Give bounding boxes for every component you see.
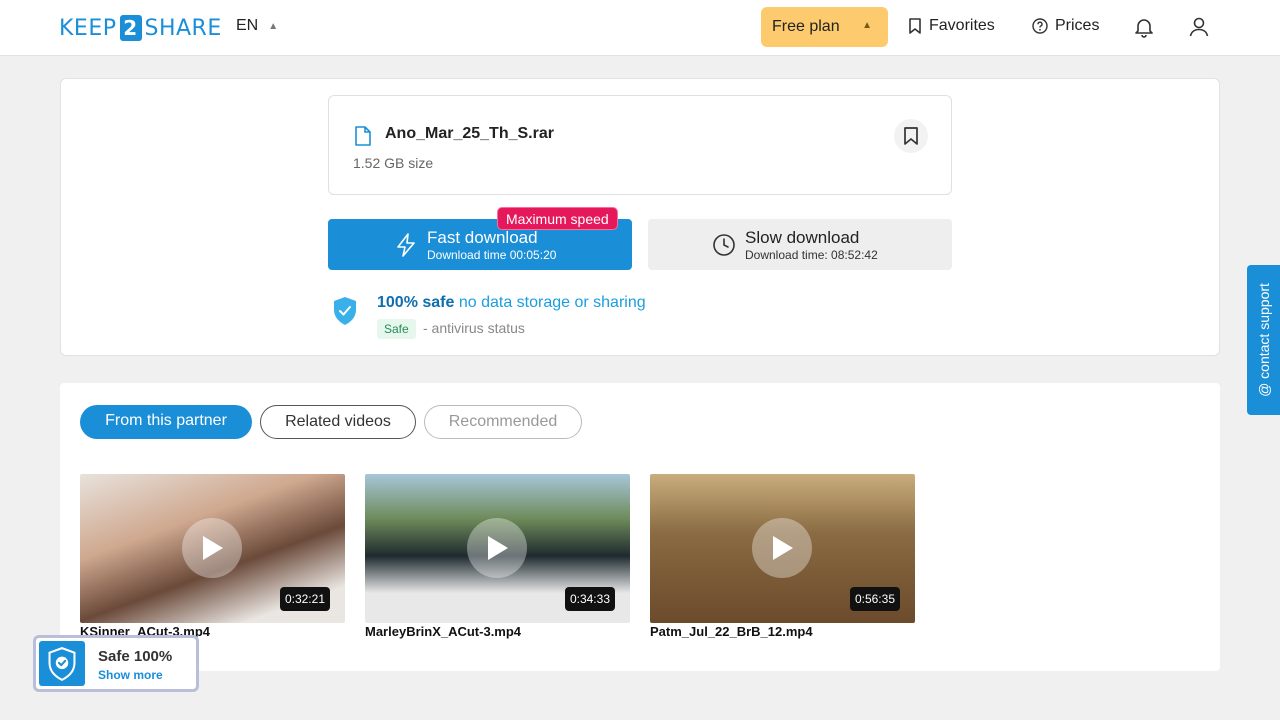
prices-link[interactable]: Prices bbox=[1032, 17, 1099, 35]
clock-icon bbox=[713, 234, 735, 256]
slow-download-title: Slow download bbox=[745, 228, 860, 247]
top-header: KEEP 2 SHARE EN ▲ Free plan ▲ Favorites Pr… bbox=[0, 0, 1280, 56]
video-duration: 0:56:35 bbox=[849, 587, 900, 611]
chevron-up-icon: ▲ bbox=[862, 20, 872, 31]
lightning-icon bbox=[397, 233, 415, 257]
safe-widget-title: Safe 100% bbox=[98, 648, 173, 665]
logo-text-right: SHARE bbox=[144, 15, 222, 41]
safety-statement: 100% safe no data storage or sharing bbox=[377, 294, 646, 312]
safety-light: no data storage or sharing bbox=[458, 294, 646, 311]
antivirus-safe-tag: Safe bbox=[377, 319, 416, 339]
prices-label: Prices bbox=[1055, 17, 1100, 34]
logo-number: 2 bbox=[119, 15, 142, 41]
bookmark-icon bbox=[909, 18, 921, 34]
language-label: EN bbox=[236, 17, 259, 34]
shield-check-icon bbox=[39, 641, 85, 686]
video-title[interactable]: Patm_Jul_22_BrB_12.mp4 bbox=[650, 624, 813, 639]
video-duration: 0:34:33 bbox=[564, 587, 615, 611]
favorites-label: Favorites bbox=[929, 17, 995, 34]
video-thumbnail[interactable]: 0:56:35 bbox=[650, 474, 915, 623]
bell-icon bbox=[1135, 19, 1153, 38]
bookmark-icon bbox=[904, 127, 918, 145]
add-to-favorites-button[interactable] bbox=[894, 119, 928, 153]
safety-strong: 100% safe bbox=[377, 294, 455, 311]
safe-widget[interactable]: Safe 100% Show more bbox=[33, 635, 199, 692]
tab-related-videos[interactable]: Related videos bbox=[260, 405, 416, 439]
shield-check-icon bbox=[334, 297, 356, 325]
slow-download-time: Download time: 08:52:42 bbox=[745, 248, 878, 262]
video-duration: 0:32:21 bbox=[279, 587, 330, 611]
tab-from-this-partner[interactable]: From this partner bbox=[80, 405, 252, 439]
fast-download-title: Fast download bbox=[427, 228, 538, 247]
file-size: 1.52 GB size bbox=[353, 155, 434, 171]
video-title[interactable]: MarleyBrinX_ACut-3.mp4 bbox=[365, 624, 521, 639]
contact-support-button[interactable]: @ contact support bbox=[1247, 265, 1280, 415]
user-icon bbox=[1189, 17, 1209, 37]
file-name: Ano_Mar_25_Th_S.rar bbox=[385, 125, 554, 142]
favorites-link[interactable]: Favorites bbox=[908, 17, 995, 35]
max-speed-badge: Maximum speed bbox=[497, 207, 618, 230]
video-thumbnail[interactable]: 0:32:21 bbox=[80, 474, 345, 623]
language-selector[interactable]: EN ▲ bbox=[236, 17, 278, 35]
keep2share-logo[interactable]: KEEP 2 SHARE bbox=[59, 14, 222, 42]
notifications-button[interactable] bbox=[1132, 15, 1156, 39]
file-info-card bbox=[328, 95, 952, 195]
play-icon bbox=[182, 518, 242, 578]
play-icon bbox=[752, 518, 812, 578]
contact-support-label: @ contact support bbox=[1255, 283, 1272, 397]
plan-label: Free plan bbox=[772, 18, 840, 35]
antivirus-status-label: - antivirus status bbox=[423, 320, 525, 336]
logo-text-left: KEEP bbox=[59, 15, 117, 41]
play-icon bbox=[467, 518, 527, 578]
chevron-up-icon: ▲ bbox=[268, 20, 279, 32]
question-circle-icon bbox=[1032, 18, 1048, 34]
show-more-link[interactable]: Show more bbox=[98, 668, 163, 682]
video-thumbnail[interactable]: 0:34:33 bbox=[365, 474, 630, 623]
file-icon bbox=[355, 126, 371, 146]
slow-download-button[interactable]: Slow download Download time: 08:52:42 bbox=[648, 219, 952, 270]
free-plan-button[interactable]: Free plan ▲ bbox=[761, 7, 888, 47]
tab-recommended[interactable]: Recommended bbox=[424, 405, 582, 439]
fast-download-time: Download time 00:05:20 bbox=[427, 248, 557, 262]
account-button[interactable] bbox=[1187, 15, 1211, 39]
